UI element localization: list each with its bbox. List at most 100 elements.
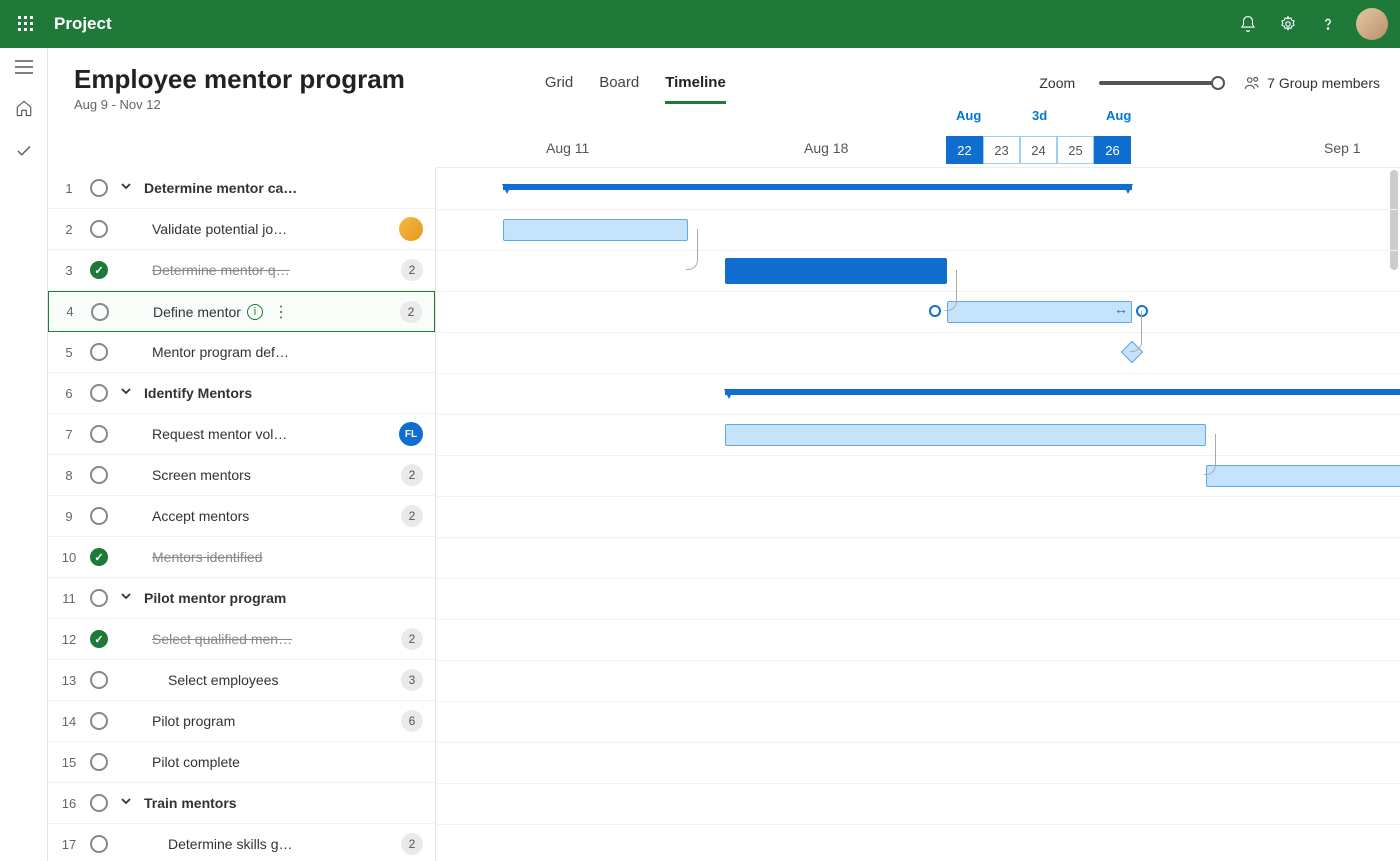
- settings-icon[interactable]: [1268, 15, 1308, 33]
- waffle-icon[interactable]: [12, 16, 40, 32]
- tab-timeline[interactable]: Timeline: [665, 74, 726, 104]
- project-header: Employee mentor program Aug 9 - Nov 12 G…: [48, 48, 1400, 112]
- task-complete-toggle[interactable]: [90, 589, 108, 607]
- tab-board[interactable]: Board: [599, 74, 639, 104]
- task-name[interactable]: Mentors identified: [152, 549, 263, 565]
- timeline-date-label: Sep 1: [1324, 140, 1361, 156]
- gantt-task-bar[interactable]: [1206, 465, 1400, 487]
- left-rail: [0, 48, 48, 861]
- task-complete-toggle[interactable]: [90, 179, 108, 197]
- task-name[interactable]: Pilot program: [152, 713, 235, 729]
- gantt-chart[interactable]: ↔: [436, 168, 1400, 861]
- notifications-icon[interactable]: [1228, 15, 1268, 33]
- resize-arrow-icon[interactable]: ↔: [1114, 301, 1128, 317]
- task-number: 16: [48, 796, 90, 811]
- task-complete-toggle[interactable]: [90, 835, 108, 853]
- group-members-button[interactable]: 7 Group members: [1243, 74, 1380, 92]
- task-complete-toggle[interactable]: [90, 548, 108, 566]
- task-complete-toggle[interactable]: [90, 671, 108, 689]
- task-row[interactable]: 13Select employees3: [48, 660, 435, 701]
- dependency-connector: [945, 270, 957, 311]
- task-name[interactable]: Select employees: [168, 672, 279, 688]
- task-name[interactable]: Request mentor vol…: [152, 426, 287, 442]
- dependency-connector: [1130, 311, 1142, 352]
- task-row[interactable]: 17Determine skills g…2: [48, 824, 435, 861]
- task-row[interactable]: 1 Determine mentor ca…: [48, 168, 435, 209]
- task-complete-toggle[interactable]: [91, 303, 109, 321]
- task-number: 1: [48, 181, 90, 196]
- task-complete-toggle[interactable]: [90, 753, 108, 771]
- task-row[interactable]: 12Select qualified men…2: [48, 619, 435, 660]
- zoom-handle[interactable]: [1211, 76, 1225, 90]
- menu-icon[interactable]: [15, 60, 33, 79]
- task-complete-toggle[interactable]: [90, 343, 108, 361]
- task-row[interactable]: 16 Train mentors: [48, 783, 435, 824]
- top-bar: Project: [0, 0, 1400, 48]
- gantt-summary-bar[interactable]: [503, 184, 1132, 190]
- task-complete-toggle[interactable]: [90, 261, 108, 279]
- task-name[interactable]: Mentor program def…: [152, 344, 289, 360]
- task-complete-toggle[interactable]: [90, 507, 108, 525]
- task-complete-toggle[interactable]: [90, 220, 108, 238]
- task-row[interactable]: 3Determine mentor q…2: [48, 250, 435, 291]
- task-name[interactable]: Define mentor: [153, 304, 241, 320]
- gantt-summary-bar[interactable]: [725, 389, 1400, 395]
- gantt-task-bar[interactable]: [725, 424, 1206, 446]
- collapse-caret-icon[interactable]: [120, 589, 132, 607]
- task-row[interactable]: 15Pilot complete: [48, 742, 435, 783]
- user-avatar[interactable]: [1356, 8, 1388, 40]
- info-icon[interactable]: i: [247, 304, 263, 320]
- assignee-avatar[interactable]: [399, 217, 423, 241]
- task-name[interactable]: Determine mentor q…: [152, 262, 290, 278]
- task-name[interactable]: Pilot complete: [152, 754, 240, 770]
- dependency-count-badge: 2: [401, 464, 423, 486]
- task-row[interactable]: 6Identify Mentors: [48, 373, 435, 414]
- task-name[interactable]: Pilot mentor program: [144, 590, 286, 606]
- mini-date-cell[interactable]: 24: [1020, 136, 1057, 164]
- more-actions-icon[interactable]: ⋮: [269, 302, 293, 322]
- home-icon[interactable]: [15, 99, 33, 122]
- help-icon[interactable]: [1308, 15, 1348, 33]
- task-row[interactable]: 8Screen mentors2: [48, 455, 435, 496]
- scroll-thumb[interactable]: [1390, 170, 1398, 270]
- gantt-task-bar[interactable]: [503, 219, 688, 241]
- task-row[interactable]: 9Accept mentors2: [48, 496, 435, 537]
- collapse-caret-icon[interactable]: [120, 794, 132, 812]
- vertical-scrollbar[interactable]: [1388, 168, 1398, 861]
- task-row[interactable]: 2Validate potential jo…: [48, 209, 435, 250]
- mini-date-cell[interactable]: 22: [946, 136, 983, 164]
- task-name[interactable]: Select qualified men…: [152, 631, 292, 647]
- assignee-avatar[interactable]: FL: [399, 422, 423, 446]
- task-name[interactable]: Determine mentor ca…: [144, 180, 297, 196]
- bar-drag-handle[interactable]: [929, 305, 941, 317]
- task-row[interactable]: 4Define mentori⋮2: [48, 291, 435, 332]
- task-row[interactable]: 11Pilot mentor program: [48, 578, 435, 619]
- task-row[interactable]: 14Pilot program6: [48, 701, 435, 742]
- view-tabs: Grid Board Timeline: [545, 74, 726, 104]
- mini-date-cell[interactable]: 23: [983, 136, 1020, 164]
- task-name[interactable]: Train mentors: [144, 795, 237, 811]
- task-name[interactable]: Identify Mentors: [144, 385, 252, 401]
- task-row[interactable]: 10Mentors identified: [48, 537, 435, 578]
- task-complete-toggle[interactable]: [90, 425, 108, 443]
- mini-date-cell[interactable]: 26: [1094, 136, 1131, 164]
- collapse-caret-icon[interactable]: [120, 384, 132, 402]
- task-name[interactable]: Accept mentors: [152, 508, 249, 524]
- task-complete-toggle[interactable]: [90, 712, 108, 730]
- task-name[interactable]: Validate potential jo…: [152, 221, 287, 237]
- collapse-caret-icon[interactable]: [120, 179, 132, 197]
- task-name[interactable]: Screen mentors: [152, 467, 251, 483]
- gantt-task-bar[interactable]: [947, 301, 1132, 323]
- task-row[interactable]: 5Mentor program def…: [48, 332, 435, 373]
- task-complete-toggle[interactable]: [90, 794, 108, 812]
- zoom-slider[interactable]: [1099, 81, 1219, 85]
- check-icon[interactable]: [15, 142, 33, 165]
- gantt-task-bar[interactable]: [725, 258, 947, 284]
- task-row[interactable]: 7Request mentor vol…FL: [48, 414, 435, 455]
- mini-date-cell[interactable]: 25: [1057, 136, 1094, 164]
- task-complete-toggle[interactable]: [90, 466, 108, 484]
- task-complete-toggle[interactable]: [90, 384, 108, 402]
- tab-grid[interactable]: Grid: [545, 74, 573, 104]
- task-name[interactable]: Determine skills g…: [168, 836, 292, 852]
- task-complete-toggle[interactable]: [90, 630, 108, 648]
